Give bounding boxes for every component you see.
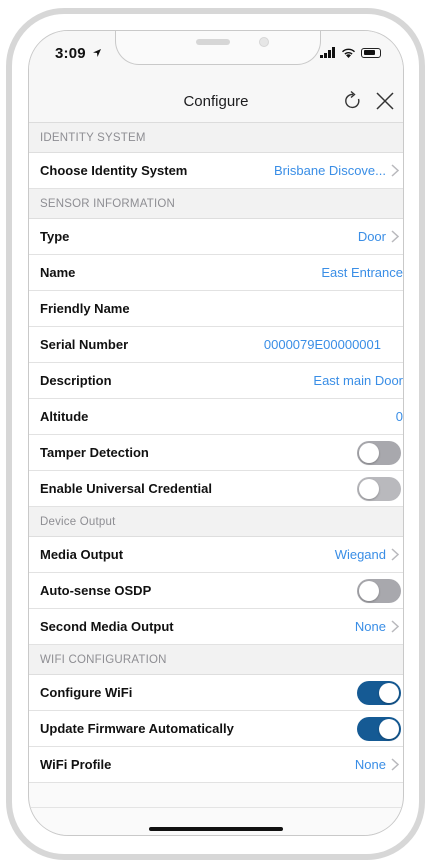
home-indicator[interactable] — [149, 827, 283, 831]
status-time-text: 3:09 — [55, 45, 86, 62]
row-label: Second Media Output — [40, 619, 174, 634]
second-media-output-value: None — [354, 619, 386, 634]
auto-sense-osdp-row: Auto-sense OSDP — [29, 573, 403, 609]
settings-list: IDENTITY SYSTEM Choose Identity System B… — [29, 123, 403, 783]
universal-credential-row: Enable Universal Credential — [29, 471, 403, 507]
front-camera — [259, 37, 269, 47]
row-label: WiFi Profile — [40, 757, 112, 772]
toggle-knob — [359, 479, 379, 499]
tamper-detection-toggle[interactable] — [357, 441, 401, 465]
friendly-name-row[interactable]: Friendly Name — [29, 291, 403, 327]
close-button[interactable] — [371, 87, 399, 115]
phone-screen: 3:09 Configure IDENTITY SYSTEM Choose Id… — [28, 30, 404, 836]
home-indicator-area — [29, 807, 403, 835]
row-value: None — [355, 757, 401, 772]
battery-icon — [361, 47, 381, 58]
chevron-right-icon — [391, 230, 401, 243]
chevron-right-icon — [391, 548, 401, 561]
chevron-right-icon — [391, 758, 401, 771]
media-output-value: Wiegand — [334, 547, 386, 562]
row-label: Description — [40, 373, 112, 388]
type-row[interactable]: Type Door — [29, 219, 403, 255]
refresh-icon — [345, 90, 360, 109]
notch — [115, 31, 321, 65]
row-value: None — [355, 619, 401, 634]
update-firmware-toggle[interactable] — [357, 717, 401, 741]
auto-sense-osdp-toggle[interactable] — [357, 579, 401, 603]
toggle-knob — [379, 719, 399, 739]
media-output-row[interactable]: Media Output Wiegand — [29, 537, 403, 573]
choose-identity-system-row[interactable]: Choose Identity System Brisbane Discove.… — [29, 153, 403, 189]
identity-system-value: Brisbane Discove... — [274, 163, 386, 178]
refresh-button[interactable] — [339, 87, 367, 115]
status-bar: 3:09 — [29, 31, 403, 81]
altitude-row[interactable]: Altitude 0 — [29, 399, 403, 435]
serial-number-value: 0000079E00000001 — [263, 337, 381, 352]
altitude-value[interactable]: 0 — [396, 409, 403, 424]
wifi-signal-icon — [342, 48, 355, 58]
serial-number-row: Serial Number 0000079E00000001 — [29, 327, 403, 363]
row-value: Wiegand — [335, 547, 401, 562]
tamper-detection-row: Tamper Detection — [29, 435, 403, 471]
row-label: Media Output — [40, 547, 124, 562]
toggle-knob — [359, 443, 379, 463]
row-label: Serial Number — [40, 337, 129, 352]
section-header-wifi-configuration: WIFI CONFIGURATION — [29, 645, 403, 675]
description-value[interactable]: East main Door — [313, 373, 403, 388]
speaker-grille — [196, 39, 230, 45]
row-label: Enable Universal Credential — [40, 481, 212, 496]
type-value: Door — [357, 229, 386, 244]
row-label: Update Firmware Automatically — [40, 721, 234, 736]
name-row[interactable]: Name East Entrance — [29, 255, 403, 291]
second-media-output-row[interactable]: Second Media Output None — [29, 609, 403, 645]
navigation-bar: Configure — [29, 81, 403, 123]
status-icons — [320, 47, 381, 58]
chevron-right-icon — [391, 620, 401, 633]
universal-credential-toggle[interactable] — [357, 477, 401, 501]
row-label: Name — [40, 265, 76, 280]
toggle-knob — [359, 581, 379, 601]
row-label: Tamper Detection — [40, 445, 149, 460]
location-arrow-icon — [93, 49, 102, 57]
chevron-right-icon — [391, 164, 401, 177]
row-label: Friendly Name — [40, 301, 130, 316]
cellular-signal-icon — [320, 47, 335, 58]
row-value: Brisbane Discove... — [274, 163, 401, 178]
row-value: Door — [358, 229, 401, 244]
wifi-profile-value: None — [354, 757, 386, 772]
update-firmware-row: Update Firmware Automatically — [29, 711, 403, 747]
row-label: Altitude — [40, 409, 89, 424]
row-label: Type — [40, 229, 70, 244]
name-value[interactable]: East Entrance — [321, 265, 403, 280]
close-icon — [376, 92, 394, 110]
configure-wifi-toggle[interactable] — [357, 681, 401, 705]
configure-wifi-row: Configure WiFi — [29, 675, 403, 711]
toggle-knob — [379, 683, 399, 703]
description-row[interactable]: Description East main Door — [29, 363, 403, 399]
wifi-profile-row[interactable]: WiFi Profile None — [29, 747, 403, 783]
section-header-identity-system: IDENTITY SYSTEM — [29, 123, 403, 153]
row-label: Choose Identity System — [40, 163, 188, 178]
row-label: Configure WiFi — [40, 685, 133, 700]
section-header-sensor-information: SENSOR INFORMATION — [29, 189, 403, 219]
section-header-device-output: Device Output — [29, 507, 403, 537]
status-time: 3:09 — [55, 45, 102, 62]
row-label: Auto-sense OSDP — [40, 583, 152, 598]
